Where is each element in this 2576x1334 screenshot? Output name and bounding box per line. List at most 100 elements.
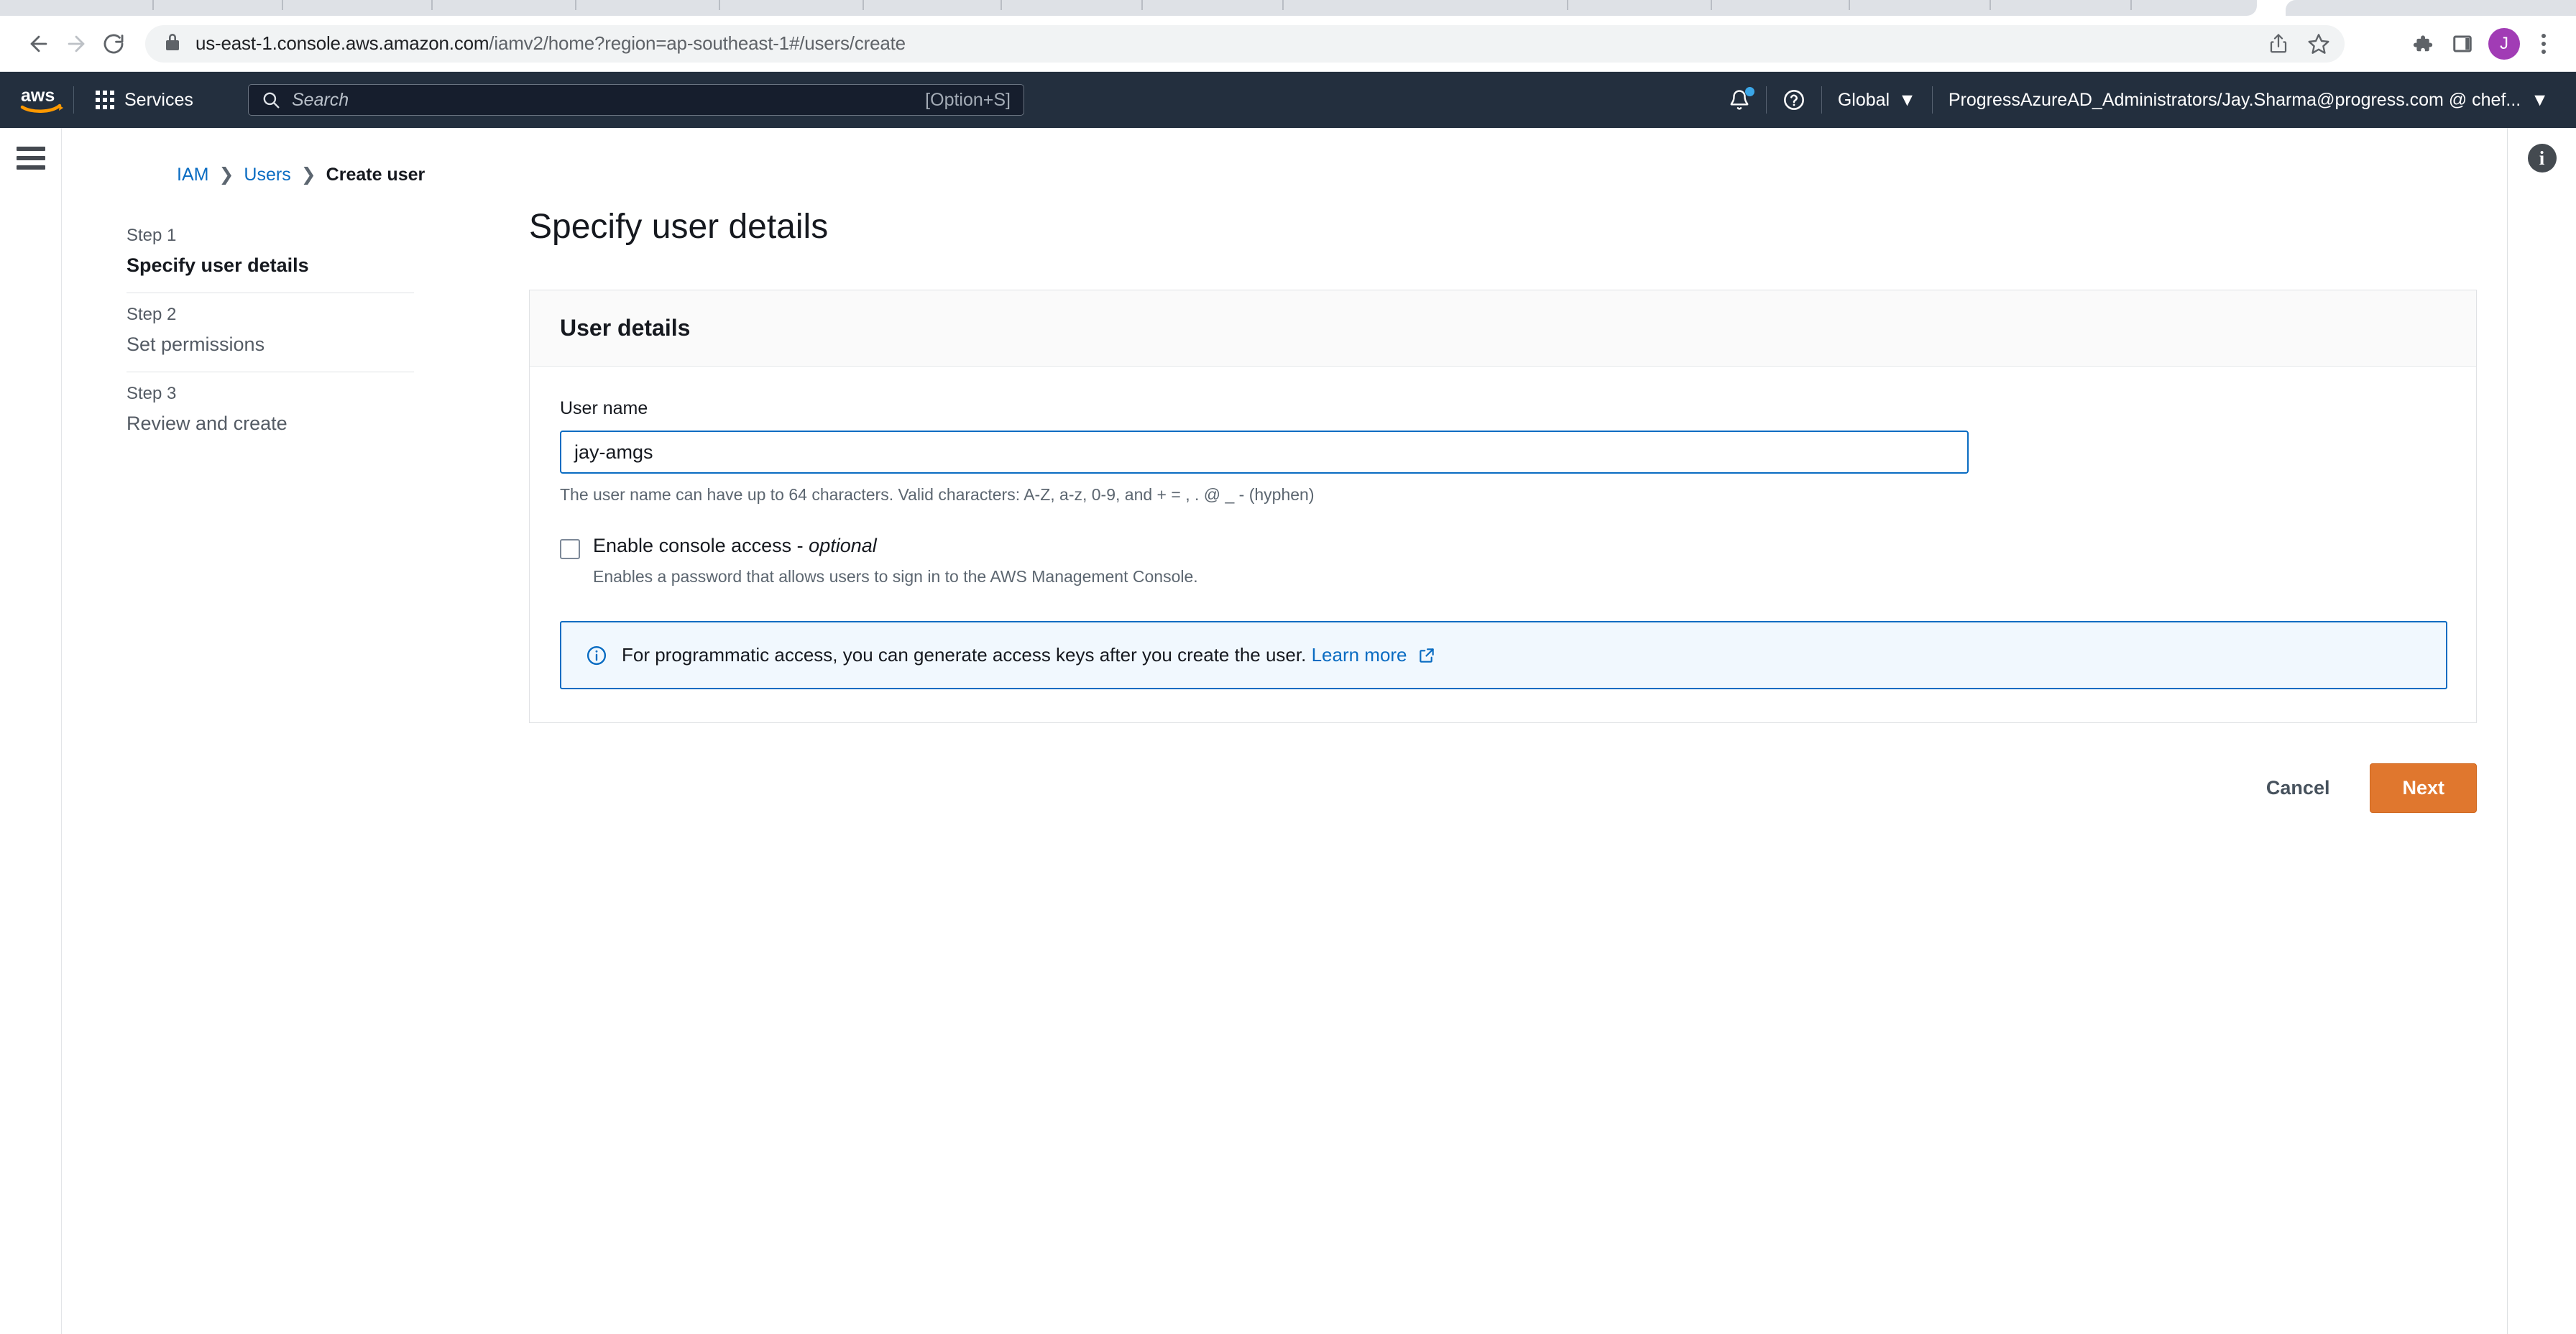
wizard-step-label: Review and create xyxy=(126,413,288,434)
browser-menu-button[interactable] xyxy=(2526,25,2562,63)
aws-search-input[interactable]: Search [Option+S] xyxy=(248,84,1024,116)
next-button[interactable]: Next xyxy=(2370,763,2477,813)
info-panel-rail: i xyxy=(2507,128,2576,1334)
bookmark-button[interactable] xyxy=(2299,25,2339,63)
cancel-button[interactable]: Cancel xyxy=(2245,764,2352,812)
tab-separator xyxy=(1567,0,1568,10)
programmatic-access-alert: For programmatic access, you can generat… xyxy=(560,621,2447,689)
wizard-step-label: Set permissions xyxy=(126,334,265,355)
breadcrumb-separator: ❯ xyxy=(218,165,234,185)
alert-message: For programmatic access, you can generat… xyxy=(622,644,1407,666)
card-body: User name jay-amgs The user name can hav… xyxy=(530,367,2476,722)
puzzle-piece-icon xyxy=(2413,35,2433,52)
console-access-description: Enables a password that allows users to … xyxy=(593,567,1198,586)
wizard-step-2[interactable]: Step 2 Set permissions xyxy=(126,293,428,372)
card-title: User details xyxy=(560,315,691,341)
tab-strip-background-right xyxy=(2286,0,2576,16)
aws-logo[interactable]: aws xyxy=(14,82,69,118)
menu-dot xyxy=(2542,50,2546,54)
info-circle-icon xyxy=(586,645,607,665)
tab-separator xyxy=(2130,0,2132,10)
search-placeholder: Search xyxy=(292,89,349,110)
reload-button[interactable] xyxy=(95,25,132,63)
breadcrumb-item-iam[interactable]: IAM xyxy=(177,165,208,185)
alert-message-text: For programmatic access, you can generat… xyxy=(622,644,1312,666)
notifications-button[interactable] xyxy=(1713,84,1766,116)
user-name-input[interactable]: jay-amgs xyxy=(560,431,1969,474)
user-name-label: User name xyxy=(560,398,648,418)
side-panel-icon xyxy=(2453,35,2472,52)
account-label: ProgressAzureAD_Administrators/Jay.Sharm… xyxy=(1948,89,2521,110)
external-link-icon[interactable] xyxy=(1417,646,1436,665)
nav-toggle-button[interactable] xyxy=(16,147,45,1334)
tab-separator xyxy=(1849,0,1850,10)
url-text: us-east-1.console.aws.amazon.com/iamv2/h… xyxy=(196,32,906,55)
menu-dot xyxy=(2542,42,2546,46)
menu-dot xyxy=(2542,34,2546,38)
console-content: IAM ❯ Users ❯ Create user Step 1 Specify… xyxy=(0,128,2576,1334)
share-icon xyxy=(2270,34,2287,53)
reload-icon xyxy=(104,34,124,53)
tab-separator xyxy=(1000,0,1002,10)
star-icon xyxy=(2308,34,2329,54)
profile-avatar[interactable]: J xyxy=(2488,28,2520,60)
wizard-step-number: Step 1 xyxy=(126,226,177,245)
share-button[interactable] xyxy=(2258,25,2299,63)
back-button[interactable] xyxy=(20,25,58,63)
console-access-optional: optional xyxy=(809,535,877,556)
chevron-down-icon: ▼ xyxy=(2531,89,2549,110)
tab-separator xyxy=(1711,0,1712,10)
forward-arrow-icon xyxy=(68,35,85,52)
wizard-footer-actions: Cancel Next xyxy=(529,763,2477,813)
back-arrow-icon xyxy=(30,35,47,52)
account-menu[interactable]: ProgressAzureAD_Administrators/Jay.Sharm… xyxy=(1933,84,2564,116)
url-host: us-east-1.console.aws.amazon.com xyxy=(196,32,489,54)
aws-nav-right: Global ▼ ProgressAzureAD_Administrators/… xyxy=(1713,72,2564,128)
enable-console-access-checkbox[interactable] xyxy=(560,539,580,559)
omnibox-actions xyxy=(2258,25,2339,63)
breadcrumb: IAM ❯ Users ❯ Create user xyxy=(112,164,2576,185)
help-button[interactable] xyxy=(1767,84,1821,116)
wizard-step-3[interactable]: Step 3 Review and create xyxy=(126,372,428,451)
hamburger-line xyxy=(16,165,45,170)
breadcrumb-item-users[interactable]: Users xyxy=(244,165,290,185)
tab-separator xyxy=(719,0,720,10)
hamburger-line xyxy=(16,147,45,151)
learn-more-link[interactable]: Learn more xyxy=(1312,644,1407,666)
services-label: Services xyxy=(124,89,193,110)
tab-separator xyxy=(862,0,864,10)
hamburger-line xyxy=(16,156,45,160)
side-panel-button[interactable] xyxy=(2442,25,2483,63)
tab-separator xyxy=(282,0,283,10)
console-access-label-text: Enable console access - xyxy=(593,535,809,556)
forward-button[interactable] xyxy=(58,25,95,63)
left-nav-rail xyxy=(0,128,62,1334)
tab-separator xyxy=(152,0,154,10)
extensions-button[interactable] xyxy=(2402,25,2442,63)
url-path: /iamv2/home?region=ap-southeast-1#/users… xyxy=(489,32,906,54)
services-menu-button[interactable]: Services xyxy=(83,83,206,118)
lock-icon xyxy=(164,32,181,55)
grid-icon xyxy=(96,91,114,109)
console-access-row: Enable console access - optional Enables… xyxy=(560,535,2446,586)
notification-dot xyxy=(1744,87,1754,96)
aws-logo-icon: aws xyxy=(20,86,63,113)
svg-text:aws: aws xyxy=(21,86,55,106)
tab-separator xyxy=(431,0,433,10)
question-mark-icon xyxy=(1783,90,1804,110)
breadcrumb-item-create-user: Create user xyxy=(326,164,426,185)
wizard-step-label: Specify user details xyxy=(126,254,309,276)
search-icon xyxy=(263,92,280,109)
console-access-label: Enable console access - optional xyxy=(593,535,1198,557)
wizard-step-nav: Step 1 Specify user details Step 2 Set p… xyxy=(126,214,428,451)
info-panel-button[interactable]: i xyxy=(2527,144,2557,172)
page-title: Specify user details xyxy=(529,208,829,246)
wizard-step-1[interactable]: Step 1 Specify user details xyxy=(126,214,428,293)
address-bar[interactable]: us-east-1.console.aws.amazon.com/iamv2/h… xyxy=(145,24,2345,63)
wizard-step-number: Step 2 xyxy=(126,305,177,324)
region-label: Global xyxy=(1837,89,1890,110)
console-access-text-group: Enable console access - optional Enables… xyxy=(593,535,1198,586)
tab-separator xyxy=(1990,0,1991,10)
region-selector[interactable]: Global ▼ xyxy=(1822,84,1932,116)
browser-tab-strip[interactable] xyxy=(0,0,2576,16)
